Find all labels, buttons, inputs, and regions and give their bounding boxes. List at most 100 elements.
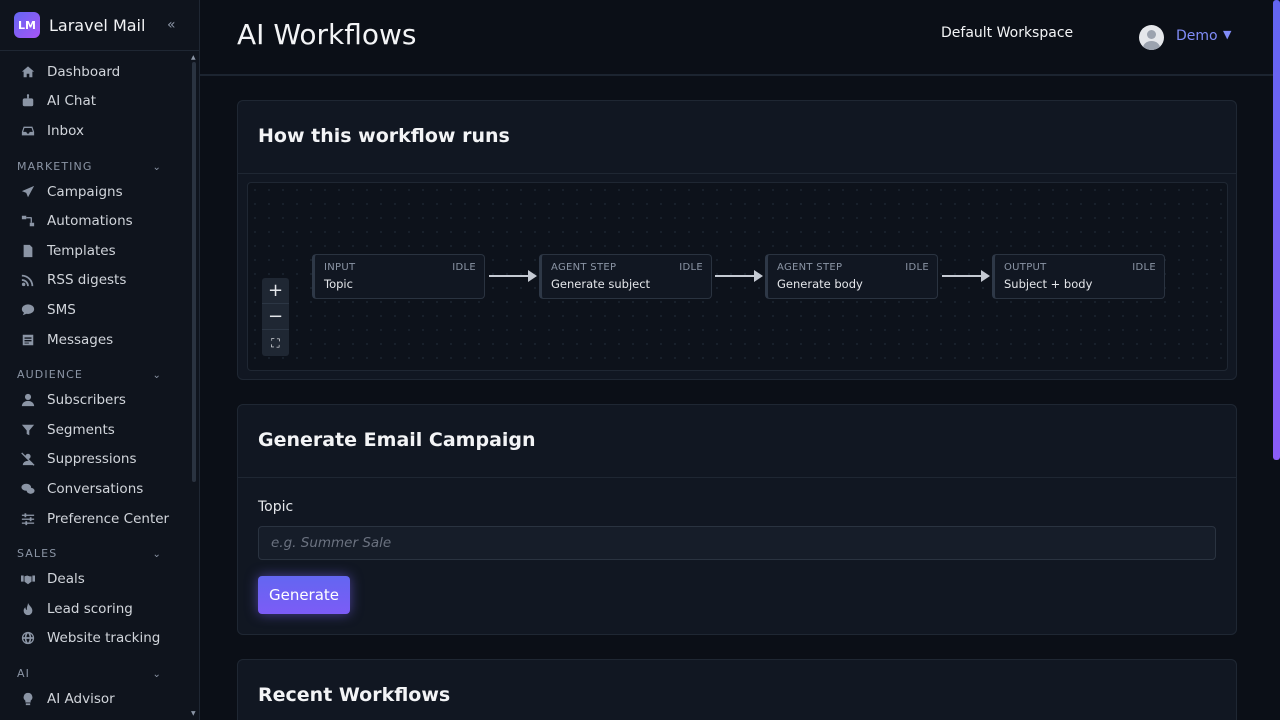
workflow-node-generate-body[interactable]: AGENT STEP IDLE Generate body — [765, 254, 938, 299]
avatar[interactable] — [1139, 25, 1164, 50]
card-title: How this workflow runs — [258, 125, 510, 147]
workflow-card: How this workflow runs + − ⛶ INPUT IDLE … — [237, 100, 1237, 380]
zoom-out-button[interactable]: − — [262, 304, 289, 330]
sidebar-item-label: Suppressions — [47, 451, 137, 468]
sidebar-item-inbox[interactable]: Inbox — [0, 116, 190, 146]
sms-icon — [20, 302, 36, 318]
sidebar-item-label: SMS — [47, 301, 76, 318]
section-title: AUDIENCE — [17, 368, 83, 382]
sidebar-nav: Dashboard AI Chat Inbox MARKETING ⌄ Camp… — [0, 51, 190, 714]
sidebar-item-sms[interactable]: SMS — [0, 295, 190, 325]
scroll-down-icon[interactable]: ▼ — [191, 710, 196, 717]
handshake-icon — [20, 571, 36, 587]
sliders-icon — [20, 511, 36, 527]
comments-icon — [20, 481, 36, 497]
node-status: IDLE — [679, 262, 703, 273]
workflow-node-output[interactable]: OUTPUT IDLE Subject + body — [992, 254, 1165, 299]
caret-down-icon[interactable]: ▼ — [1223, 28, 1231, 41]
divider — [238, 173, 1236, 174]
scroll-up-icon[interactable]: ▲ — [191, 54, 196, 61]
messages-icon — [20, 332, 36, 348]
sidebar-item-label: Website tracking — [47, 630, 161, 647]
sidebar-item-campaigns[interactable]: Campaigns — [0, 177, 190, 207]
sidebar-item-messages[interactable]: Messages — [0, 325, 190, 355]
sidebar-item-label: Dashboard — [47, 63, 121, 80]
sidebar-item-label: Automations — [47, 213, 133, 230]
section-marketing[interactable]: MARKETING ⌄ — [0, 146, 190, 177]
node-label: Generate subject — [551, 277, 651, 291]
globe-icon — [20, 630, 36, 646]
divider — [238, 477, 1236, 478]
sidebar-item-lead-scoring[interactable]: Lead scoring — [0, 594, 190, 624]
sidebar-scrollbar[interactable] — [192, 62, 196, 482]
sidebar-item-conversations[interactable]: Conversations — [0, 474, 190, 504]
rss-icon — [20, 272, 36, 288]
sidebar-item-website-tracking[interactable]: Website tracking — [0, 624, 190, 654]
fit-view-button[interactable]: ⛶ — [262, 330, 289, 356]
section-audience[interactable]: AUDIENCE ⌄ — [0, 354, 190, 385]
sidebar-item-label: Messages — [47, 331, 114, 348]
sidebar-item-suppressions[interactable]: Suppressions — [0, 445, 190, 475]
topic-input[interactable] — [258, 526, 1216, 560]
sidebar-item-ai-chat[interactable]: AI Chat — [0, 87, 190, 117]
sidebar-item-preference-center[interactable]: Preference Center — [0, 504, 190, 534]
sidebar-item-label: AI Chat — [47, 93, 97, 110]
filter-icon — [20, 422, 36, 438]
sidebar-item-rss-digests[interactable]: RSS digests — [0, 266, 190, 296]
chevron-down-icon: ⌄ — [152, 669, 162, 681]
card-title: Recent Workflows — [258, 684, 451, 706]
home-icon — [20, 64, 36, 80]
sidebar-item-label: Preference Center — [47, 510, 170, 527]
sidebar-item-label: Templates — [47, 242, 116, 259]
workflow-edge — [489, 270, 537, 282]
section-title: MARKETING — [17, 159, 93, 173]
chevron-down-icon: ⌄ — [152, 549, 162, 561]
brand-logo: LM — [14, 12, 40, 38]
node-label: Subject + body — [1004, 277, 1093, 291]
section-ai[interactable]: AI ⌄ — [0, 653, 190, 684]
workflow-node-input[interactable]: INPUT IDLE Topic — [312, 254, 485, 299]
section-sales[interactable]: SALES ⌄ — [0, 533, 190, 564]
sidebar-item-label: AI Advisor — [47, 690, 115, 707]
robot-icon — [20, 93, 36, 109]
user-icon — [20, 392, 36, 408]
sidebar-item-label: Lead scoring — [47, 600, 133, 617]
node-status: IDLE — [1132, 262, 1156, 273]
sidebar-item-ai-advisor[interactable]: AI Advisor — [0, 684, 190, 714]
brand-name: Laravel Mail — [49, 15, 146, 35]
workflow-edge — [942, 270, 990, 282]
fire-icon — [20, 601, 36, 617]
section-title: AI — [17, 667, 30, 681]
sidebar-item-deals[interactable]: Deals — [0, 564, 190, 594]
sidebar-item-templates[interactable]: Templates — [0, 236, 190, 266]
node-label: Topic — [324, 277, 353, 291]
sidebar-item-label: Campaigns — [47, 183, 123, 200]
topic-label: Topic — [258, 499, 294, 515]
workflow-edge — [715, 270, 763, 282]
sidebar-item-subscribers[interactable]: Subscribers — [0, 385, 190, 415]
sidebar: LM Laravel Mail « Dashboard AI Chat Inbo… — [0, 0, 200, 720]
sidebar-item-segments[interactable]: Segments — [0, 415, 190, 445]
workflow-canvas[interactable]: + − ⛶ INPUT IDLE Topic AGENT STEP IDLE G… — [247, 182, 1228, 371]
sidebar-item-automations[interactable]: Automations — [0, 206, 190, 236]
inbox-icon — [20, 123, 36, 139]
sidebar-item-label: Deals — [47, 571, 85, 588]
generate-button[interactable]: Generate — [258, 576, 350, 614]
section-title: SALES — [17, 547, 58, 561]
sidebar-item-label: Inbox — [47, 122, 84, 139]
card-title: Generate Email Campaign — [258, 429, 536, 451]
collapse-sidebar-icon[interactable]: « — [167, 18, 181, 32]
sidebar-item-dashboard[interactable]: Dashboard — [0, 57, 190, 87]
page-header: AI Workflows Default Workspace Demo ▼ — [200, 0, 1280, 76]
user-menu[interactable]: Demo — [1176, 28, 1218, 44]
workspace-switcher[interactable]: Default Workspace — [941, 25, 1073, 41]
page-scrollbar[interactable] — [1273, 0, 1280, 460]
workflow-node-generate-subject[interactable]: AGENT STEP IDLE Generate subject — [539, 254, 712, 299]
flow-icon — [20, 213, 36, 229]
generate-campaign-card: Generate Email Campaign Topic Generate — [237, 404, 1237, 635]
sidebar-item-label: Conversations — [47, 480, 144, 497]
sidebar-item-label: Segments — [47, 421, 115, 438]
zoom-in-button[interactable]: + — [262, 278, 289, 304]
chevron-down-icon: ⌄ — [152, 161, 162, 173]
user-slash-icon — [20, 451, 36, 467]
